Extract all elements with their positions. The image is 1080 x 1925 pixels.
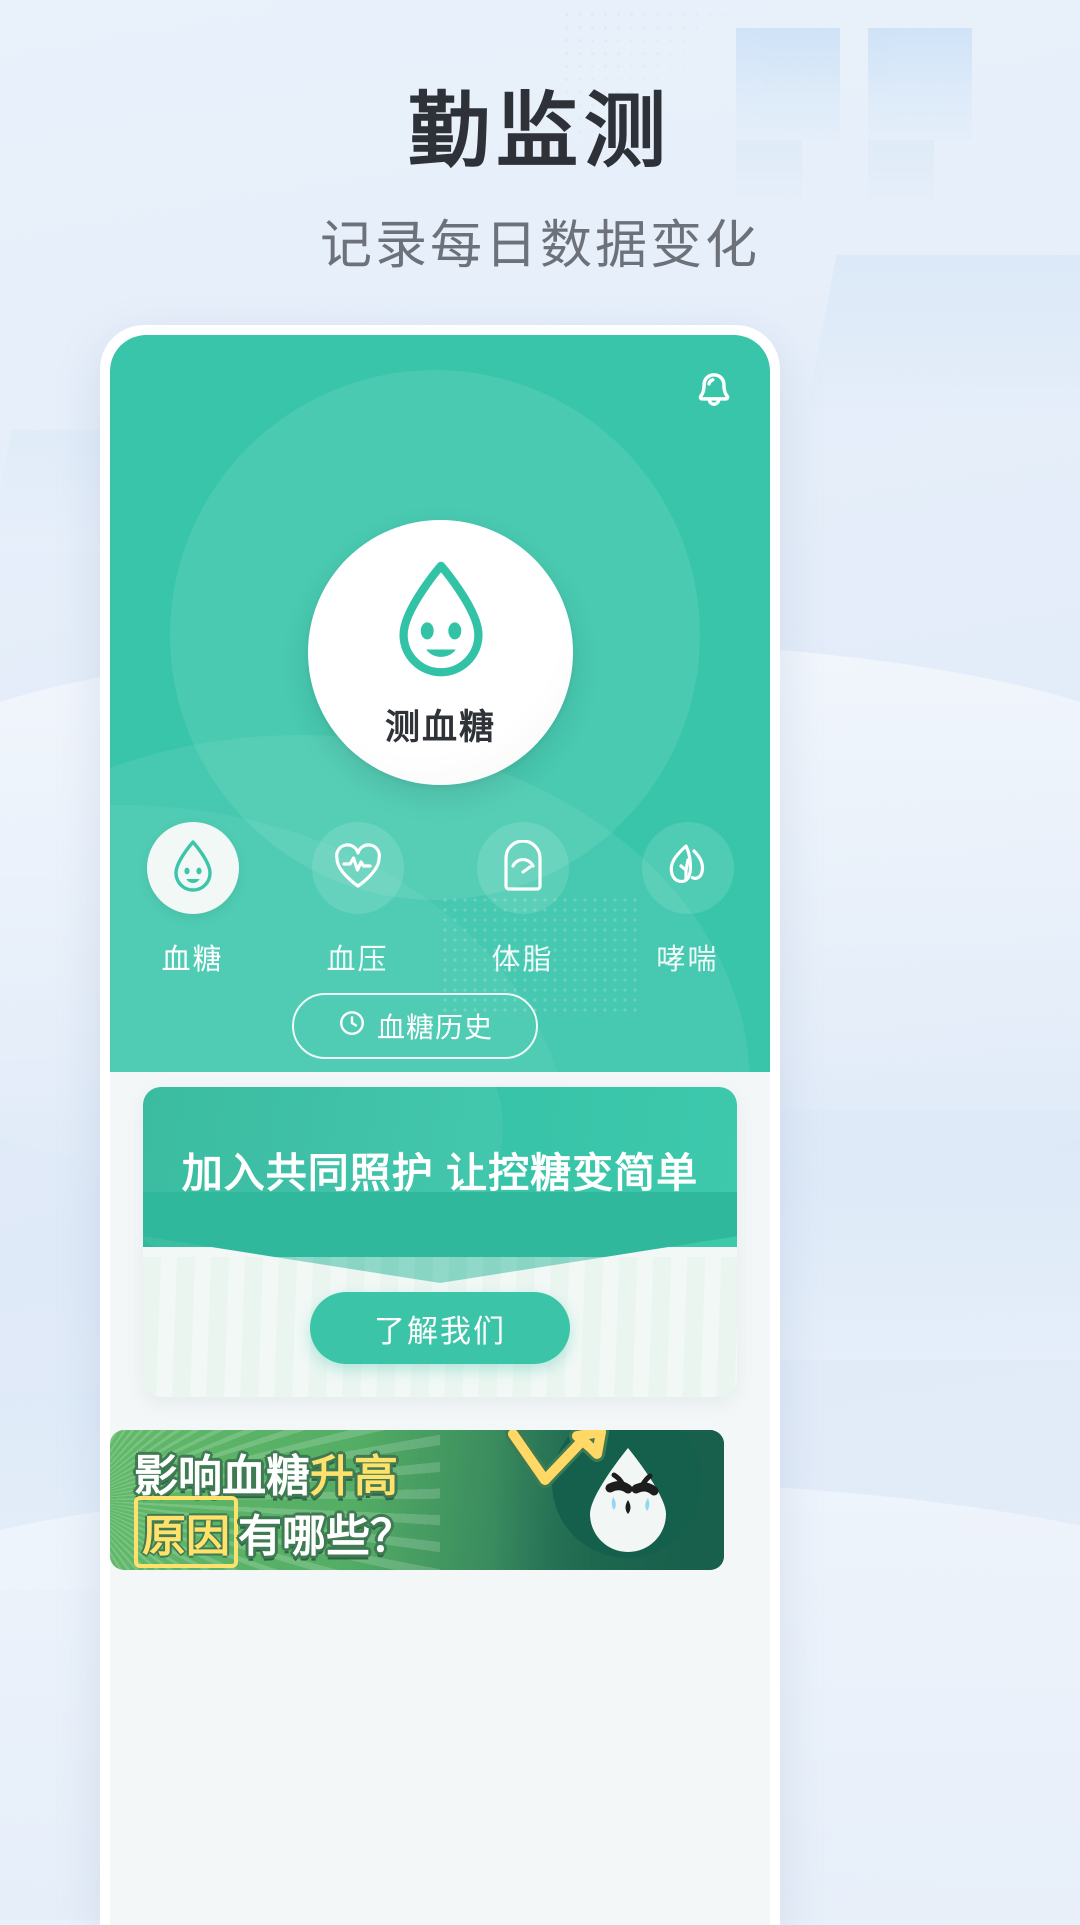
promo-card[interactable]: 加入共同照护 让控糖变简单 了解我们: [143, 1087, 737, 1397]
diagonal-band-decoration: [803, 255, 1080, 425]
tab-label: 哮喘: [656, 944, 719, 976]
tab-icon-container: [311, 822, 404, 914]
tab-label: 血压: [326, 944, 389, 976]
tab-blood-glucose[interactable]: 血糖: [130, 822, 255, 978]
crying-drop-character-icon: [580, 1442, 676, 1554]
tab-label: 血糖: [161, 944, 224, 976]
heart-pulse-icon: [331, 840, 385, 897]
tab-blood-pressure[interactable]: 血压: [295, 822, 420, 978]
article-line2-plain: 有哪些？: [238, 1512, 414, 1561]
tab-asthma[interactable]: 哮喘: [625, 822, 750, 978]
smiling-blood-drop-icon: [385, 556, 497, 691]
lung-leaf-icon: [663, 840, 713, 897]
page-header: 勤监测 记录每日数据变化: [0, 0, 1080, 278]
promo-card-title: 加入共同照护 让控糖变简单: [181, 1150, 699, 1196]
article-line1-accent: 升高: [310, 1452, 398, 1501]
tab-label: 体脂: [491, 944, 554, 976]
article-banner-line-1: 影响血糖升高: [134, 1440, 398, 1504]
body-scale-icon: [498, 838, 548, 897]
bell-icon: [692, 368, 736, 419]
tab-icon-container: [146, 822, 239, 914]
page-title: 勤监测: [407, 86, 672, 177]
hero-section: 测血糖 血糖 血压 体脂 哮喘 血糖历史: [110, 335, 770, 1072]
article-banner-line-2: 原因 有哪些？: [134, 1496, 414, 1568]
article-line1-plain: 影响血糖: [134, 1452, 310, 1501]
tab-icon-container: [476, 822, 569, 914]
notification-bell-button[interactable]: [686, 365, 742, 421]
page-subtitle: 记录每日数据变化: [319, 216, 760, 275]
measure-blood-glucose-button[interactable]: 测血糖: [308, 520, 573, 785]
blood-glucose-history-button[interactable]: 血糖历史: [292, 993, 538, 1059]
metric-tabs: 血糖 血压 体脂 哮喘: [110, 822, 770, 978]
phone-screen: 测血糖 血糖 血压 体脂 哮喘 血糖历史 加入共同照护 让控糖变简单 了解我们 …: [110, 335, 770, 1925]
article-line2-accent: 原因: [134, 1496, 238, 1568]
history-button-label: 血糖历史: [376, 1012, 493, 1043]
tab-icon-container: [641, 822, 734, 914]
tab-body-fat[interactable]: 体脂: [460, 822, 585, 978]
phone-mockup: 测血糖 血糖 血压 体脂 哮喘 血糖历史 加入共同照护 让控糖变简单 了解我们 …: [100, 325, 780, 1925]
measure-button-label: 测血糖: [384, 707, 496, 747]
article-banner-card: 影响血糖升高 原因 有哪些？: [110, 1430, 724, 1570]
clock-icon: [337, 1008, 367, 1045]
article-banner[interactable]: 影响血糖升高 原因 有哪些？: [110, 1430, 770, 1580]
promo-cta-button[interactable]: 了解我们: [310, 1292, 570, 1364]
blood-drop-icon: [168, 837, 218, 900]
